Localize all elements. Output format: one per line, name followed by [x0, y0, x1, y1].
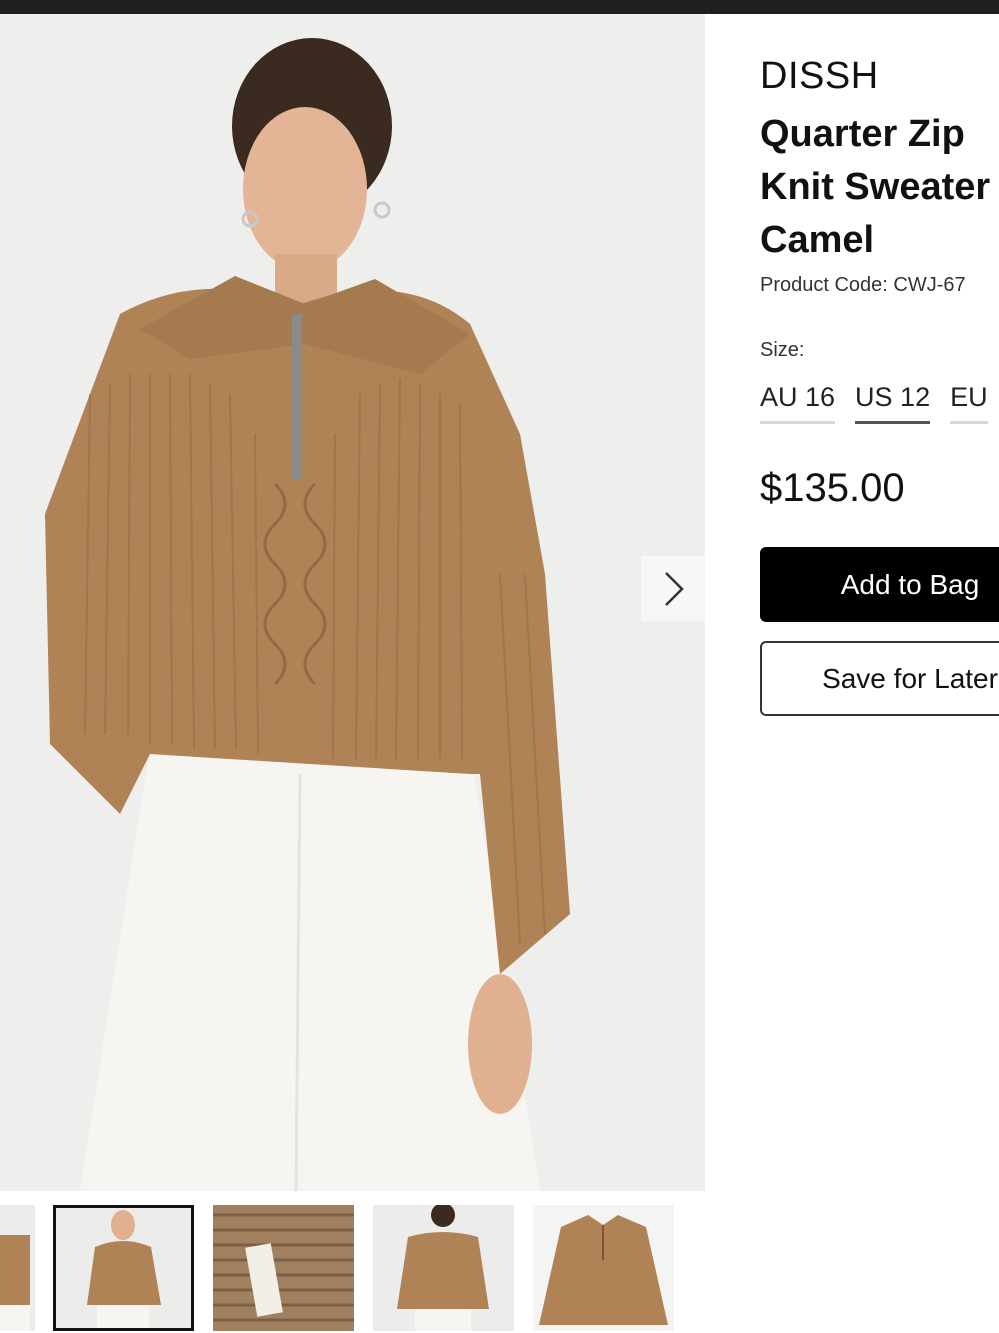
thumbnail-fabric-detail[interactable]	[213, 1205, 354, 1331]
size-option-au16[interactable]: AU 16	[760, 382, 836, 424]
brand-name[interactable]: DISSH	[760, 55, 879, 98]
size-label: Size:	[760, 339, 805, 361]
next-image-button[interactable]	[641, 556, 705, 621]
thumbnail-model-front[interactable]	[0, 1205, 35, 1331]
main-product-image	[0, 14, 705, 1191]
thumbnail-model-front-selected[interactable]	[53, 1205, 194, 1331]
thumbnail-model-back[interactable]	[373, 1205, 514, 1331]
thumbnail-flat-lay[interactable]	[533, 1205, 674, 1331]
price: $135.00	[760, 466, 905, 510]
product-info: DISSH Quarter Zip Knit Sweater Camel Pro…	[760, 40, 999, 740]
product-code: Product Code: CWJ-67	[760, 274, 966, 296]
product-title: Quarter Zip Knit Sweater Camel	[760, 108, 999, 267]
product-page: DISSH Quarter Zip Knit Sweater Camel Pro…	[0, 0, 999, 1333]
title-line: Knit Sweater	[760, 166, 991, 208]
size-option-us12[interactable]: US 12	[855, 382, 931, 424]
add-to-bag-button[interactable]: Add to Bag	[760, 547, 999, 622]
top-bar	[0, 0, 999, 14]
thumbnail-strip	[0, 1203, 999, 1333]
size-selector: AU 16 US 12 EU	[760, 382, 988, 424]
save-for-later-button[interactable]: Save for Later	[760, 641, 999, 716]
size-option-eu[interactable]: EU	[950, 382, 988, 424]
title-line: Camel	[760, 219, 875, 261]
title-line: Quarter Zip	[760, 113, 965, 155]
chevron-right-icon	[665, 571, 684, 606]
